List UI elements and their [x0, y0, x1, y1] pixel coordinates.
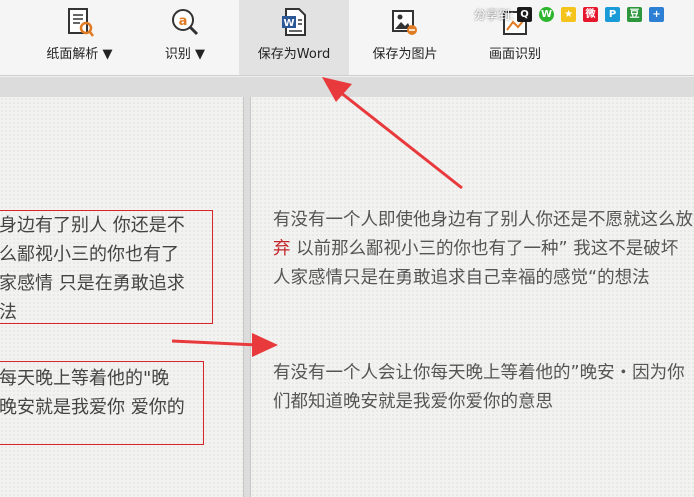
paper-analysis-label: 纸面解析 ▼ — [46, 47, 113, 62]
tencent-weibo-icon[interactable]: P — [605, 7, 621, 22]
toolbar: 纸面解析 ▼ a 识别 ▼ W 保存为Word 保存为图片 画面识别 分享到: … — [0, 0, 694, 76]
paragraph1-highlight: 弃 — [273, 239, 291, 259]
paper-analysis-icon — [65, 6, 95, 38]
save-as-image-label: 保存为图片 — [372, 47, 438, 62]
qzone-icon[interactable]: ★ — [561, 7, 577, 22]
share-bar: 分享到: Q W ★ 微 P 豆 + — [474, 6, 671, 23]
word-file-icon: W — [279, 6, 309, 38]
douban-icon[interactable]: 豆 — [627, 7, 643, 22]
share-label: 分享到: — [474, 8, 515, 22]
recognize-label: 识别 ▼ — [164, 47, 206, 62]
paper-analysis-button[interactable]: 纸面解析 ▼ — [32, 0, 127, 75]
recognized-text-pane: 有没有一个人即使他身边有了别人你还是不愿就这么放弃 以前那么鄙视小三的你也有了一… — [250, 97, 694, 497]
weibo-icon[interactable]: 微 — [583, 7, 599, 22]
wechat-icon[interactable]: W — [539, 7, 555, 22]
screen-recognize-label: 画面识别 — [488, 47, 541, 62]
recognize-button[interactable]: a 识别 ▼ — [145, 0, 225, 75]
qq-icon[interactable]: Q — [517, 7, 533, 22]
region1-line-1: 身边有了别人 你还是不 — [0, 215, 185, 236]
text-region-box-1[interactable]: 身边有了别人 你还是不 么鄙视小三的你也有了 家感情 只是在勇敢追求 法 — [0, 210, 213, 324]
region1-line-2: 么鄙视小三的你也有了 — [0, 244, 179, 265]
save-as-image-button[interactable]: 保存为图片 — [360, 0, 450, 75]
region2-line-2: 晚安就是我爱你 爱你的 — [0, 397, 185, 418]
region1-line-4: 法 — [0, 302, 17, 323]
save-as-word-button[interactable]: W 保存为Word — [239, 0, 349, 75]
more-share-icon[interactable]: + — [649, 7, 665, 22]
save-as-word-label: 保存为Word — [257, 47, 331, 62]
recognize-icon: a — [170, 6, 200, 38]
region1-line-3: 家感情 只是在勇敢追求 — [0, 273, 185, 294]
text-region-box-2[interactable]: 每天晚上等着他的"晚 晚安就是我爱你 爱你的 — [0, 361, 204, 445]
recognized-paragraph-2[interactable]: 有没有一个人会让你每天晚上等着他的”晚安・因为你们都知道晚安就是我爱你爱你的意思 — [273, 359, 693, 417]
region2-line-1: 每天晚上等着他的"晚 — [0, 368, 170, 389]
recognized-paragraph-1[interactable]: 有没有一个人即使他身边有了别人你还是不愿就这么放弃 以前那么鄙视小三的你也有了一… — [273, 206, 693, 293]
paragraph1-text-a: 有没有一个人即使他身边有了别人你还是不愿就这么放 — [273, 210, 693, 230]
svg-text:W: W — [283, 18, 294, 29]
paragraph1-text-b: 以前那么鄙视小三的你也有了一种” 我这不是破坏人家感情只是在勇敢追求自己幸福的感… — [273, 239, 679, 288]
original-image-pane: 身边有了别人 你还是不 么鄙视小三的你也有了 家感情 只是在勇敢追求 法 每天晚… — [0, 97, 244, 497]
save-image-icon — [390, 6, 420, 38]
content-area: 身边有了别人 你还是不 么鄙视小三的你也有了 家感情 只是在勇敢追求 法 每天晚… — [0, 77, 694, 497]
svg-text:a: a — [179, 14, 188, 29]
